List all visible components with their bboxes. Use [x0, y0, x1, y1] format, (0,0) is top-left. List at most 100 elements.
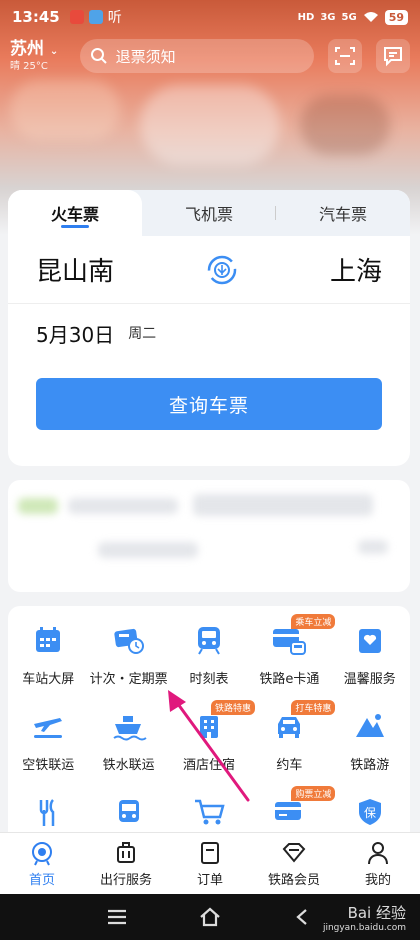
- notification-app-icon: [88, 10, 103, 24]
- nav-label: 出行服务: [99, 872, 152, 888]
- tab-bus-ticket[interactable]: 汽车票: [276, 190, 410, 236]
- user-icon: [368, 841, 388, 864]
- blurred-shape: [68, 498, 178, 514]
- city-name: 苏州: [10, 39, 44, 59]
- nav-label: 订单: [196, 872, 223, 888]
- services-panel: 车站大屏 计次・定期票 时刻表 乘车立减 铁路e卡通 温馨服务 空铁联运 铁水联…: [8, 606, 410, 846]
- arrival-station[interactable]: 上海: [330, 251, 382, 288]
- banner-blur-shape: [300, 95, 390, 155]
- search-placeholder: 退票须知: [115, 47, 176, 66]
- tab-label: 飞机票: [184, 205, 233, 224]
- period-ticket-icon: [113, 628, 144, 654]
- active-tab-indicator: [61, 225, 89, 228]
- ticket-search-card: 火车票 飞机票 汽车票 昆山南 上海 5月30日 周二 查询车票: [8, 190, 410, 466]
- menu-icon[interactable]: [106, 908, 128, 926]
- departure-date: 5月30日: [36, 322, 115, 347]
- insurance-glyph: 保: [364, 806, 376, 820]
- tab-label: 汽车票: [318, 205, 367, 224]
- tab-train-ticket[interactable]: 火车票: [8, 190, 142, 236]
- message-icon: [384, 47, 403, 67]
- cart-icon: [194, 799, 225, 825]
- mountain-icon: [355, 714, 384, 737]
- blurred-info-card[interactable]: [8, 480, 410, 592]
- service-rail-tour[interactable]: 铁路游: [330, 706, 410, 792]
- nav-label: 我的: [364, 872, 391, 888]
- watermark-url: jingyan.baidu.com: [322, 923, 406, 933]
- status-bar: 13:45 听 HD 3G 5G 59: [0, 0, 420, 34]
- blurred-shape: [18, 498, 58, 514]
- service-label: 车站大屏: [22, 672, 75, 687]
- station-screen-icon: [36, 627, 61, 652]
- battery-level: 59: [384, 9, 408, 25]
- nav-label: 铁路会员: [267, 872, 320, 888]
- blurred-shape: [98, 542, 198, 558]
- timetable-train-icon: [197, 627, 220, 655]
- bottom-nav: 首页 出行服务 订单 铁路会员 我的: [0, 832, 420, 894]
- weather-text: 晴 25°C: [10, 61, 48, 72]
- home-icon: [32, 841, 52, 865]
- service-hotel[interactable]: 铁路特惠 酒店住宿: [169, 700, 255, 792]
- ticket-type-tabs: 火车票 飞机票 汽车票: [8, 190, 410, 236]
- tab-label: 火车票: [50, 205, 99, 224]
- service-label: 铁水联运: [102, 758, 155, 773]
- scan-button[interactable]: [328, 39, 363, 73]
- departure-station[interactable]: 昆山南: [36, 251, 114, 288]
- listen-indicator: 听: [107, 10, 122, 26]
- order-icon: [201, 841, 219, 864]
- scan-icon: [335, 47, 356, 65]
- service-label: 时刻表: [189, 672, 229, 687]
- nav-orders[interactable]: 订单: [168, 833, 252, 894]
- blurred-shape: [193, 494, 373, 516]
- hd-indicator: HD: [297, 11, 315, 23]
- back-icon[interactable]: [292, 907, 314, 927]
- service-timetable[interactable]: 时刻表: [169, 620, 249, 706]
- luggage-icon: [117, 841, 135, 863]
- service-label: 铁路e卡通: [259, 672, 320, 687]
- services-grid: 车站大屏 计次・定期票 时刻表 乘车立减 铁路e卡通 温馨服务 空铁联运 铁水联…: [8, 606, 410, 846]
- banner-blur-shape: [10, 80, 120, 140]
- watermark-main: Bai 经验: [347, 904, 406, 922]
- air-rail-icon: [34, 718, 63, 738]
- search-icon: [90, 48, 107, 64]
- service-care[interactable]: 温馨服务: [330, 620, 410, 706]
- nav-travel-services[interactable]: 出行服务: [84, 833, 168, 894]
- service-period-ticket[interactable]: 计次・定期票: [88, 620, 168, 706]
- nav-mine[interactable]: 我的: [336, 833, 420, 894]
- nav-label: 首页: [28, 872, 55, 888]
- search-input[interactable]: 退票须知: [79, 39, 315, 73]
- weekday-text: 周二: [128, 326, 157, 342]
- service-label: 空铁联运: [22, 758, 75, 773]
- wifi-icon: [363, 12, 378, 22]
- top-bar: 苏州 ⌄ 晴 25°C 退票须知: [0, 36, 420, 76]
- service-label: 酒店住宿: [182, 758, 235, 773]
- swap-stations-icon[interactable]: [205, 253, 239, 287]
- network-3g-indicator: 3G: [320, 11, 336, 23]
- service-label: 计次・定期票: [89, 672, 168, 687]
- service-label: 约车: [276, 758, 303, 773]
- query-tickets-button[interactable]: 查询车票: [36, 378, 382, 430]
- nav-home[interactable]: 首页: [0, 833, 84, 894]
- bus-icon: [118, 800, 139, 822]
- station-row: 昆山南 上海: [8, 236, 410, 304]
- date-selector[interactable]: 5月30日 周二: [8, 304, 410, 362]
- food-icon: [39, 799, 55, 826]
- watermark: Bai 经验 jingyan.baidu.com: [323, 902, 406, 933]
- service-air-rail[interactable]: 空铁联运: [8, 706, 88, 792]
- blurred-shape: [358, 540, 388, 554]
- message-button[interactable]: [376, 39, 411, 73]
- home-button-icon[interactable]: [198, 907, 222, 927]
- care-service-icon: [358, 629, 381, 653]
- city-selector[interactable]: 苏州 ⌄ 晴 25°C: [10, 40, 76, 72]
- status-icons: HD 3G 5G 59: [297, 9, 408, 25]
- service-station-screen[interactable]: 车站大屏: [8, 620, 88, 706]
- service-car[interactable]: 打车特惠 约车: [249, 700, 336, 792]
- diamond-icon: [282, 842, 306, 863]
- banner-blur-shape: [140, 85, 280, 165]
- rail-ship-icon: [112, 716, 147, 741]
- tab-flight-ticket[interactable]: 飞机票: [142, 190, 276, 236]
- nav-rail-member[interactable]: 铁路会员: [252, 833, 336, 894]
- service-rail-ecard[interactable]: 乘车立减 铁路e卡通: [249, 614, 336, 706]
- service-label: 铁路游: [350, 758, 390, 773]
- notification-app-icon: [69, 10, 84, 24]
- service-rail-ship[interactable]: 铁水联运: [88, 706, 168, 792]
